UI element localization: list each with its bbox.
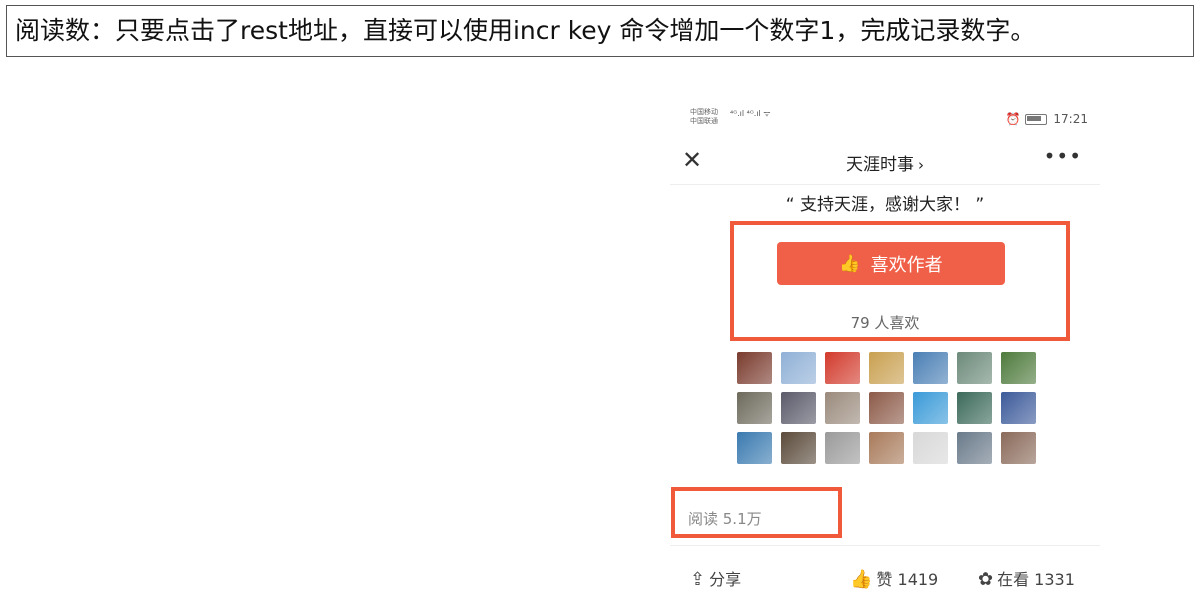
alarm-icon: ⏰ <box>1005 112 1021 126</box>
avatar[interactable] <box>913 352 948 384</box>
avatar[interactable] <box>957 352 992 384</box>
divider <box>670 184 1100 185</box>
status-time: 17:21 <box>1053 112 1088 126</box>
avatar[interactable] <box>781 352 816 384</box>
avatar[interactable] <box>1001 352 1036 384</box>
avatar[interactable] <box>957 432 992 464</box>
caption-text: 阅读数：只要点击了rest地址，直接可以使用incr key 命令增加一个数字1… <box>6 5 1194 57</box>
avatar[interactable] <box>825 432 860 464</box>
kan-button[interactable]: ✿ 在看 1331 <box>978 566 1075 590</box>
nav-title-text: 天涯时事 <box>846 155 914 175</box>
avatar[interactable] <box>737 432 772 464</box>
avatar[interactable] <box>913 432 948 464</box>
liker-avatar-grid <box>737 352 1047 464</box>
avatar[interactable] <box>781 392 816 424</box>
avatar[interactable] <box>781 432 816 464</box>
battery-icon <box>1024 114 1047 125</box>
avatar[interactable] <box>825 392 860 424</box>
carrier-2: 中国联通 <box>690 117 718 125</box>
author-quote: “ 支持天涯，感谢大家！ ” <box>785 195 985 215</box>
kan-label: 在看 1331 <box>997 570 1075 589</box>
avatar[interactable] <box>1001 392 1036 424</box>
zan-button[interactable]: 👍 赞 1419 <box>850 566 938 590</box>
avatar[interactable] <box>869 392 904 424</box>
avatar[interactable] <box>737 392 772 424</box>
share-label: 分享 <box>709 570 742 589</box>
avatar[interactable] <box>1001 432 1036 464</box>
signal-icon: ⁴ᴳ.ıl ⁴ᴳ.ıl ᯤ <box>730 109 771 118</box>
highlight-box-read-count <box>671 487 842 538</box>
divider <box>670 545 1100 546</box>
phone-screenshot: 中国移动 中国联通 ⁴ᴳ.ıl ⁴ᴳ.ıl ᯤ ⏰ 17:21 ✕ 天涯时事 › … <box>670 98 1100 595</box>
nav-title[interactable]: 天涯时事 › <box>670 150 1100 175</box>
share-icon: ⇪ <box>690 569 706 590</box>
share-button[interactable]: ⇪ 分享 <box>690 566 741 590</box>
avatar[interactable] <box>825 352 860 384</box>
highlight-box-like <box>730 221 1070 341</box>
carrier-1: 中国移动 <box>690 108 718 116</box>
avatar[interactable] <box>913 392 948 424</box>
zan-label: 赞 1419 <box>876 570 939 589</box>
status-bar-carriers: 中国移动 中国联通 ⁴ᴳ.ıl ⁴ᴳ.ıl ᯤ <box>690 108 771 126</box>
avatar[interactable] <box>869 352 904 384</box>
status-bar-right: ⏰ 17:21 <box>1006 112 1088 126</box>
avatar[interactable] <box>869 432 904 464</box>
flower-icon: ✿ <box>978 569 994 590</box>
thumb-up-icon: 👍 <box>850 569 873 590</box>
avatar[interactable] <box>737 352 772 384</box>
avatar[interactable] <box>957 392 992 424</box>
chevron-right-icon: › <box>918 156 924 174</box>
more-icon[interactable]: ••• <box>1044 144 1082 168</box>
